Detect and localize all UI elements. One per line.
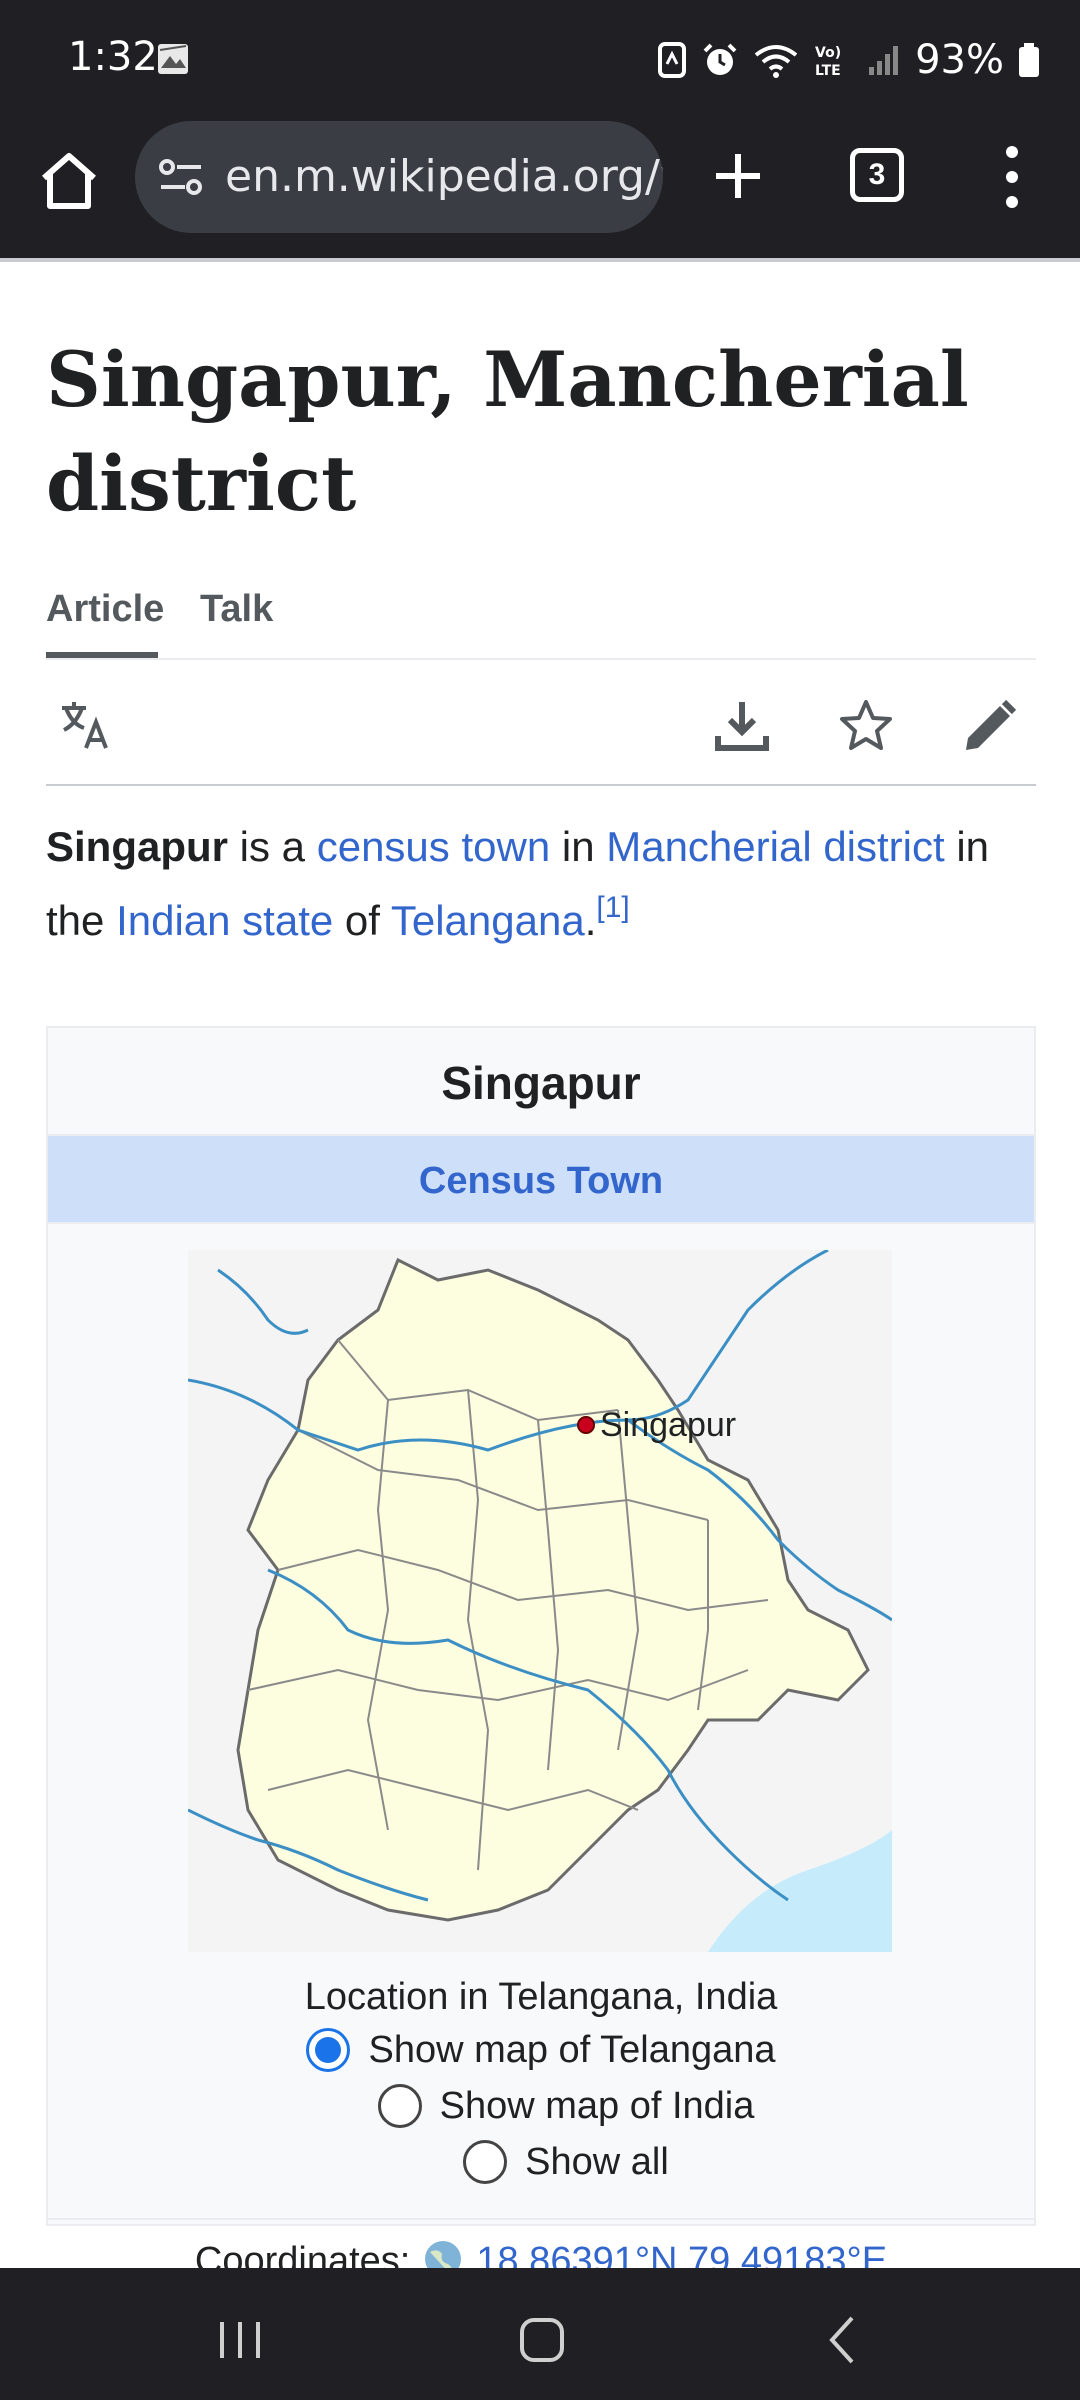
radio-unselected[interactable] bbox=[377, 2084, 422, 2128]
map-option-india[interactable]: Show map of India bbox=[48, 2084, 1034, 2128]
back-icon[interactable] bbox=[816, 2312, 872, 2368]
page-title: Singapur, Mancherial district bbox=[46, 335, 969, 528]
page-divider bbox=[0, 258, 1080, 262]
signal-icon bbox=[869, 46, 899, 75]
radio-selected[interactable] bbox=[306, 2028, 351, 2072]
volte-icon: Vo) LTE bbox=[815, 45, 841, 79]
article-tabs: Article Talk bbox=[46, 572, 1036, 660]
home-nav-icon[interactable] bbox=[514, 2312, 570, 2368]
status-time: 1:32 bbox=[68, 34, 158, 80]
svg-text:Vo): Vo) bbox=[815, 45, 841, 61]
map-option-label: Show map of Telangana bbox=[368, 2028, 776, 2071]
browser-toolbar: en.m.wikipedia.org/w 3 bbox=[0, 118, 1080, 258]
new-tab-icon[interactable] bbox=[708, 146, 768, 206]
status-bar: 1:32 Vo) LTE 93% bbox=[0, 0, 1080, 118]
reference-link[interactable]: [1] bbox=[596, 891, 629, 924]
map-option-all[interactable]: Show all bbox=[48, 2140, 1034, 2184]
page-actions bbox=[46, 660, 1036, 786]
map-option-label: Show map of India bbox=[439, 2084, 755, 2127]
nfc-icon bbox=[658, 42, 687, 78]
infobox-type-link[interactable]: Census Town bbox=[48, 1134, 1034, 1224]
edit-pencil-icon[interactable] bbox=[962, 698, 1018, 754]
star-icon[interactable] bbox=[838, 698, 894, 754]
site-settings-icon[interactable] bbox=[159, 157, 203, 197]
infobox: Singapur Census Town Singapur Location i… bbox=[46, 1026, 1036, 2284]
active-tab-indicator bbox=[46, 652, 158, 658]
location-map[interactable]: Singapur bbox=[188, 1250, 892, 1952]
more-vert-icon[interactable] bbox=[994, 142, 1030, 212]
link-census-town[interactable]: census town bbox=[317, 823, 550, 870]
wifi-icon bbox=[754, 45, 798, 78]
gallery-notification-icon bbox=[158, 44, 188, 74]
battery-percent: 93% bbox=[915, 37, 1004, 83]
tab-talk[interactable]: Talk bbox=[200, 588, 273, 631]
lead-subject: Singapur bbox=[46, 823, 229, 870]
url-text: en.m.wikipedia.org/w bbox=[225, 151, 663, 202]
home-icon[interactable] bbox=[36, 148, 102, 214]
map-marker-label: Singapur bbox=[600, 1406, 736, 1444]
map-caption: Location in Telangana, India bbox=[304, 1976, 778, 2018]
lead-paragraph: Singapur is a census town in Mancherial … bbox=[46, 810, 1036, 958]
lead-text: of bbox=[333, 897, 391, 944]
map-option-telangana[interactable]: Show map of Telangana bbox=[48, 2028, 1034, 2072]
map-option-label: Show all bbox=[525, 2140, 669, 2183]
system-nav-bar bbox=[0, 2268, 1080, 2400]
recent-apps-icon[interactable] bbox=[212, 2312, 268, 2368]
infobox-title: Singapur bbox=[441, 1057, 641, 1109]
radio-unselected[interactable] bbox=[463, 2140, 508, 2184]
address-bar[interactable]: en.m.wikipedia.org/w bbox=[135, 121, 663, 233]
tab-article[interactable]: Article bbox=[46, 588, 164, 631]
link-telangana[interactable]: Telangana bbox=[391, 897, 585, 944]
lead-text: in bbox=[550, 823, 607, 870]
map-marker bbox=[577, 1416, 595, 1434]
infobox-divider bbox=[48, 2218, 1034, 2220]
status-icons: Vo) LTE 93% bbox=[657, 30, 1040, 90]
language-icon[interactable] bbox=[58, 698, 114, 754]
svg-text:LTE: LTE bbox=[815, 63, 841, 79]
tab-switcher-button[interactable]: 3 bbox=[850, 148, 904, 202]
link-mancherial-district[interactable]: Mancherial district bbox=[606, 823, 944, 870]
alarm-icon bbox=[703, 43, 737, 75]
lead-text: . bbox=[584, 897, 597, 944]
lead-text: is a bbox=[228, 823, 317, 870]
battery-icon bbox=[1019, 43, 1039, 77]
download-icon[interactable] bbox=[714, 698, 770, 754]
link-indian-state[interactable]: Indian state bbox=[116, 897, 333, 944]
